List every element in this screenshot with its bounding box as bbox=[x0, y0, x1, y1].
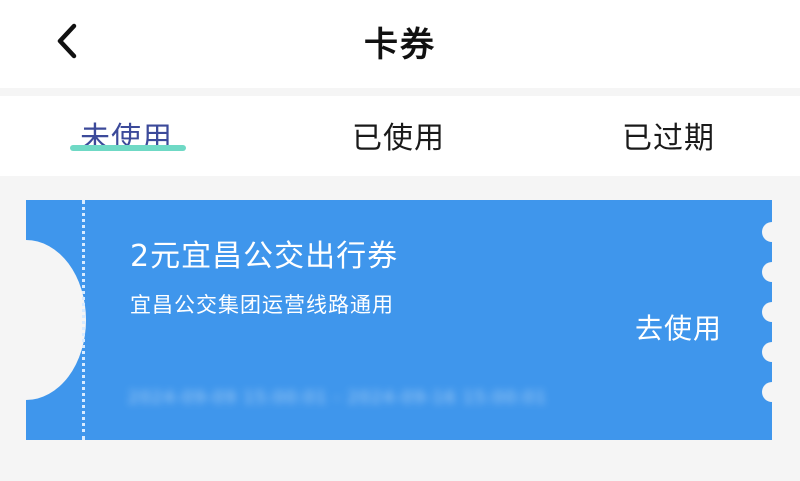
coupon-edge-scallop bbox=[762, 302, 782, 322]
coupon-status-tabs: 未使用 已使用 已过期 bbox=[0, 96, 800, 176]
coupon-edge-scallop bbox=[762, 262, 782, 282]
page-title: 卡券 bbox=[364, 25, 436, 65]
coupon-description: 宜昌公交集团运营线路通用 bbox=[130, 293, 394, 317]
coupon-title: 2元宜昌公交出行券 bbox=[130, 239, 399, 274]
coupon-edge-scallop bbox=[762, 222, 782, 242]
coupon-perforation-line bbox=[82, 200, 85, 440]
tab-used[interactable]: 已使用 bbox=[352, 113, 445, 157]
app-header: 卡券 bbox=[0, 0, 800, 88]
coupon-card[interactable]: 2元宜昌公交出行券 宜昌公交集团运营线路通用 2024-09-09 15:00:… bbox=[0, 200, 782, 440]
coupon-edge-scallop bbox=[762, 382, 782, 402]
use-coupon-button[interactable]: 去使用 bbox=[635, 307, 722, 347]
coupon-edge-scallop bbox=[762, 342, 782, 362]
coupon-left-notch bbox=[0, 240, 86, 400]
tab-expired[interactable]: 已过期 bbox=[622, 113, 715, 157]
coupon-validity-period: 2024-09-09 15:00:01 - 2024-09-16 15:00:0… bbox=[128, 388, 548, 408]
active-tab-indicator bbox=[70, 145, 186, 151]
